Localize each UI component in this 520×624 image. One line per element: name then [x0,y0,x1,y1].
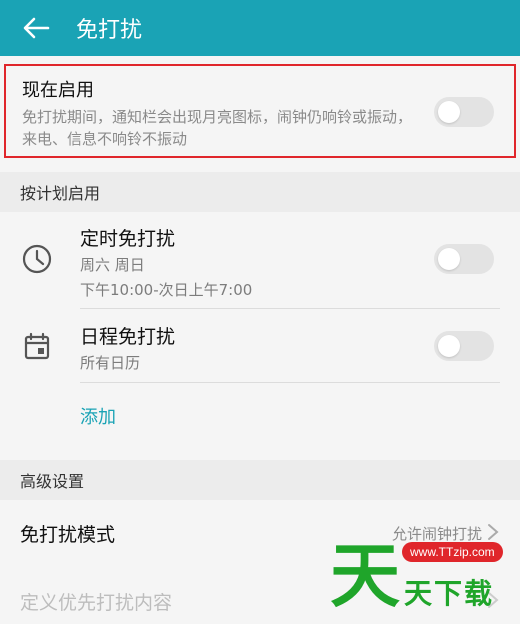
section-header-schedule: 按计划启用 [0,172,520,212]
watermark-logo: 天 www.TTzip.com 天下载 [330,536,520,624]
timed-dnd-row[interactable]: 定时免打扰 周六 周日 下午10:00-次日上午7:00 [0,212,520,309]
calendar-dnd-toggle[interactable] [434,331,494,361]
page-title: 免打扰 [76,18,143,43]
timed-dnd-toggle[interactable] [434,244,494,274]
divider [80,308,500,309]
watermark-url: www.TTzip.com [402,542,503,562]
toggle-knob [438,101,460,123]
section-header-advanced: 高级设置 [0,460,520,500]
calendar-dnd-row[interactable]: 日程免打扰 所有日历 [0,310,520,383]
clock-icon [22,244,52,274]
calendar-icon [24,332,50,360]
divider [80,382,500,383]
calendar-dnd-label: 日程免打扰 [80,326,176,348]
enable-now-row[interactable]: 现在启用 免打扰期间，通知栏会出现月亮图标，闹钟仍响铃或振动，来电、信息不响铃不… [4,64,516,158]
timed-dnd-label: 定时免打扰 [80,228,176,250]
enable-now-toggle[interactable] [434,97,494,127]
enable-now-title: 现在启用 [22,80,94,101]
toggle-knob [438,335,460,357]
timed-dnd-range: 下午10:00-次日上午7:00 [80,281,253,299]
add-schedule-link[interactable]: 添加 [80,403,116,429]
watermark-text: 天下载 [404,577,495,610]
dnd-mode-label: 免打扰模式 [20,524,116,546]
calendar-dnd-sub: 所有日历 [80,354,141,372]
timed-dnd-days: 周六 周日 [80,256,145,274]
enable-now-description: 免打扰期间，通知栏会出现月亮图标，闹钟仍响铃或振动，来电、信息不响铃不振动 [22,108,413,148]
back-button[interactable] [10,0,62,56]
arrow-left-icon [23,17,50,39]
priority-content-label: 定义优先打扰内容 [20,592,173,614]
app-bar: 免打扰 [0,0,520,56]
toggle-knob [438,248,460,270]
watermark-big-char: 天 [330,535,400,617]
